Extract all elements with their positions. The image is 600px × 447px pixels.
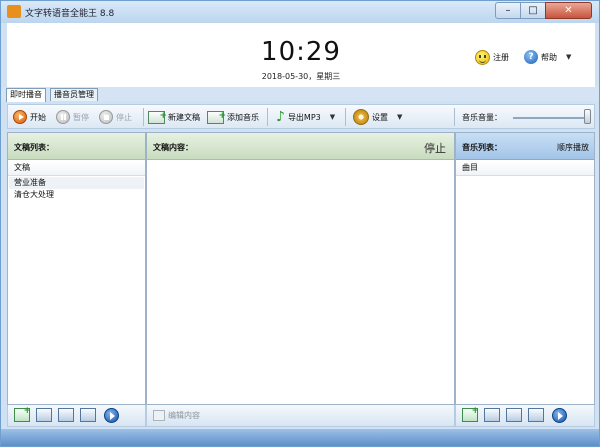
volume-slider-track[interactable] <box>513 117 589 119</box>
add-music-button[interactable]: 添加音乐 <box>207 109 259 125</box>
document-list-actions <box>7 405 146 427</box>
move-down-icon[interactable] <box>528 408 544 422</box>
main-toolbar: 开始 暂停 停止 新建文稿 添加音乐 ♪ 导出MP3 ▼ 设置 ▼ <box>7 104 595 129</box>
toolbar-divider <box>345 108 346 126</box>
stop-label: 停止 <box>116 112 132 122</box>
start-button[interactable]: 开始 <box>13 109 46 125</box>
export-mp3-button[interactable]: ♪ 导出MP3 ▼ <box>276 109 335 125</box>
document-column-header[interactable]: 文稿 <box>8 161 145 176</box>
stop-icon <box>99 110 113 124</box>
add-music-icon <box>207 110 226 124</box>
play-music-icon[interactable] <box>552 408 567 423</box>
app-logo-icon <box>7 5 21 18</box>
music-list-title: 音乐列表： <box>462 143 502 152</box>
document-content-title: 文稿内容： <box>153 143 193 152</box>
minimize-button[interactable]: – <box>495 2 521 19</box>
document-list-title: 文稿列表： <box>14 143 54 152</box>
new-document-icon <box>148 110 167 124</box>
move-up-icon[interactable] <box>58 408 74 422</box>
close-button[interactable]: ✕ <box>545 2 592 19</box>
settings-label: 设置 <box>372 112 388 122</box>
music-list-header: 音乐列表： 顺序播放 <box>456 133 594 160</box>
register-label: 注册 <box>493 53 509 62</box>
list-item[interactable]: 清仓大处理 <box>9 189 144 201</box>
edit-icon <box>153 410 165 421</box>
document-content-panel: 文稿内容： 停止 <box>146 132 455 405</box>
play-icon <box>13 110 27 124</box>
track-column-header[interactable]: 曲目 <box>456 161 594 176</box>
edit-content-label: 编辑内容 <box>168 411 200 420</box>
edit-document-icon[interactable] <box>36 408 52 422</box>
add-document-icon[interactable] <box>14 406 31 422</box>
stop-button[interactable]: 停止 <box>99 109 132 125</box>
settings-icon <box>353 109 369 125</box>
chevron-down-icon: ▼ <box>566 53 572 61</box>
playback-status: 停止 <box>424 142 446 155</box>
start-label: 开始 <box>30 112 46 122</box>
chevron-down-icon: ▼ <box>397 113 403 121</box>
music-list-actions <box>455 405 595 427</box>
volume-slider-thumb[interactable] <box>584 109 591 124</box>
new-document-label: 新建文稿 <box>168 112 200 122</box>
add-music-label: 添加音乐 <box>227 112 259 122</box>
register-button[interactable]: 注册 <box>475 50 509 65</box>
chevron-down-icon: ▼ <box>329 113 336 121</box>
help-icon: ? <box>524 50 538 64</box>
music-note-icon: ♪ <box>276 109 285 125</box>
document-content-actions: 编辑内容 <box>146 405 455 427</box>
window-title: 文字转语音全能王 8.8 <box>25 9 115 19</box>
volume-label: 音乐音量： <box>462 113 502 122</box>
document-list-panel: 文稿列表： 文稿 营业准备 清仓大处理 <box>7 132 146 405</box>
settings-button[interactable]: 设置 ▼ <box>353 109 402 125</box>
play-document-icon[interactable] <box>104 408 119 423</box>
tab-strip: 即时播音 播音员管理 <box>1 87 599 102</box>
tab-announcer-manage[interactable]: 播音员管理 <box>50 88 98 101</box>
help-menu[interactable]: ? 帮助 ▼ <box>524 50 571 64</box>
pause-icon <box>56 110 70 124</box>
document-content-area[interactable] <box>147 161 454 404</box>
move-up-icon[interactable] <box>506 408 522 422</box>
document-content-header: 文稿内容： 停止 <box>147 133 454 160</box>
remove-track-icon[interactable] <box>484 408 500 422</box>
list-item[interactable]: 营业准备 <box>9 177 144 189</box>
smiley-icon <box>475 50 490 65</box>
pause-label: 暂停 <box>73 112 89 122</box>
toolbar-divider <box>267 108 268 126</box>
pause-button[interactable]: 暂停 <box>56 109 89 125</box>
help-label: 帮助 <box>541 52 557 62</box>
move-down-icon[interactable] <box>80 408 96 422</box>
document-list-header: 文稿列表： <box>8 133 145 160</box>
play-mode-selector[interactable]: 顺序播放 <box>557 142 589 153</box>
app-window: 文字转语音全能王 8.8 – □ ✕ 10:29 2018-05-30，星期三 … <box>0 0 600 447</box>
title-bar[interactable]: 文字转语音全能王 8.8 – □ ✕ <box>1 1 599 23</box>
clock-header: 10:29 2018-05-30，星期三 注册 ? 帮助 ▼ <box>7 23 595 87</box>
clock-date: 2018-05-30，星期三 <box>261 72 341 81</box>
tab-instant-broadcast[interactable]: 即时播音 <box>6 88 46 102</box>
toolbar-divider <box>454 108 455 126</box>
toolbar-divider <box>143 108 144 126</box>
add-track-icon[interactable] <box>462 406 479 422</box>
export-mp3-label: 导出MP3 <box>287 112 321 122</box>
edit-content-button[interactable]: 编辑内容 <box>153 410 200 421</box>
music-list-panel: 音乐列表： 顺序播放 曲目 <box>455 132 595 405</box>
maximize-button[interactable]: □ <box>520 2 546 19</box>
status-bar <box>1 429 599 446</box>
new-document-button[interactable]: 新建文稿 <box>148 109 200 125</box>
